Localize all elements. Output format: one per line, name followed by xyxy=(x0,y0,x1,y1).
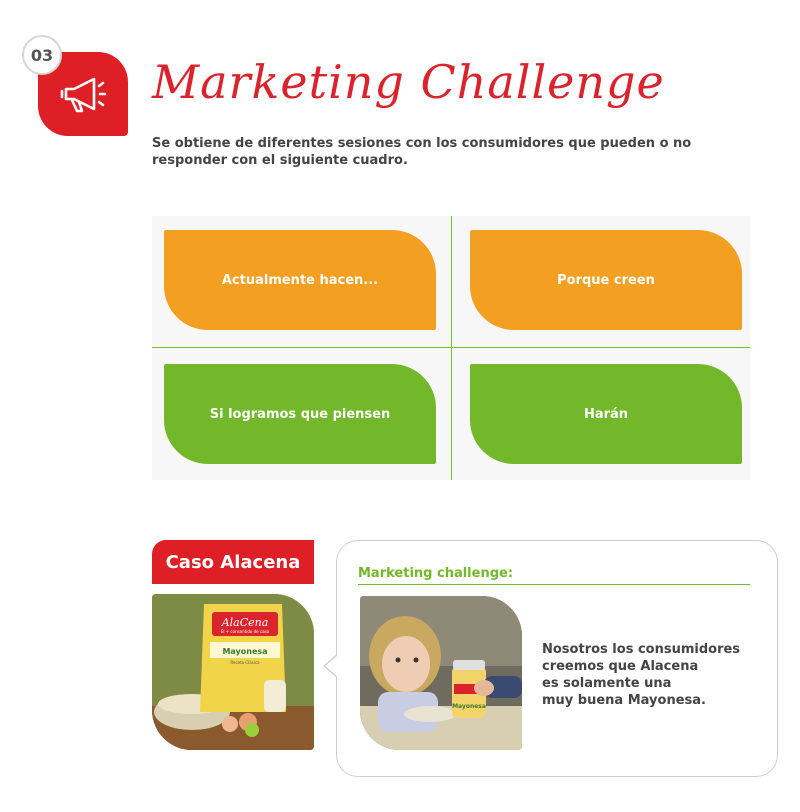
page-subtitle: Se obtiene de diferentes sesiones con lo… xyxy=(152,136,692,168)
pouch-tagline: El + consentido de casa xyxy=(221,629,270,634)
section-number-badge: 03 xyxy=(22,35,62,75)
case-tab: Caso Alacena xyxy=(152,540,314,584)
card-label: Si logramos que piensen xyxy=(209,406,391,422)
grid-card-haran: Harán xyxy=(470,364,742,464)
child-with-mayonnaise-photo: Mayonesa xyxy=(360,596,522,750)
pouch-name: Mayonesa xyxy=(222,647,267,656)
grid-card-porque-creen: Porque creen xyxy=(470,230,742,330)
grid-divider-horizontal xyxy=(152,347,750,348)
bubble-title: Marketing challenge: xyxy=(358,566,514,581)
grid-card-actualmente: Actualmente hacen... xyxy=(164,230,436,330)
bubble-text-line: es solamente una xyxy=(542,676,672,691)
mayonesa-pouch-illustration: AlaCena El + consentido de casa Mayonesa… xyxy=(152,594,314,750)
bubble-text-line: Nosotros los consumidores xyxy=(542,642,741,657)
page-title: Marketing Challenge xyxy=(152,55,665,109)
grid-card-si-logramos: Si logramos que piensen xyxy=(164,364,436,464)
bubble-text-line: muy buena Mayonesa. xyxy=(542,693,706,708)
bubble-text: Nosotros los consumidores creemos que Al… xyxy=(542,641,747,709)
bubble-text-line: creemos que Alacena xyxy=(542,659,699,674)
product-image: AlaCena El + consentido de casa Mayonesa… xyxy=(152,594,314,750)
grid-divider-vertical xyxy=(451,216,452,480)
card-label: Actualmente hacen... xyxy=(221,272,379,288)
card-label: Porque creen xyxy=(557,272,655,288)
jar-label: Mayonesa xyxy=(452,703,486,710)
card-label: Harán xyxy=(583,406,629,422)
child-photo-illustration: Mayonesa xyxy=(360,596,522,750)
bubble-tail-inner xyxy=(325,655,338,677)
bubble-divider xyxy=(358,584,750,585)
pouch-brand: AlaCena xyxy=(221,616,269,629)
pouch-variant: Receta Clásica xyxy=(230,660,260,665)
megaphone-icon xyxy=(60,77,107,113)
